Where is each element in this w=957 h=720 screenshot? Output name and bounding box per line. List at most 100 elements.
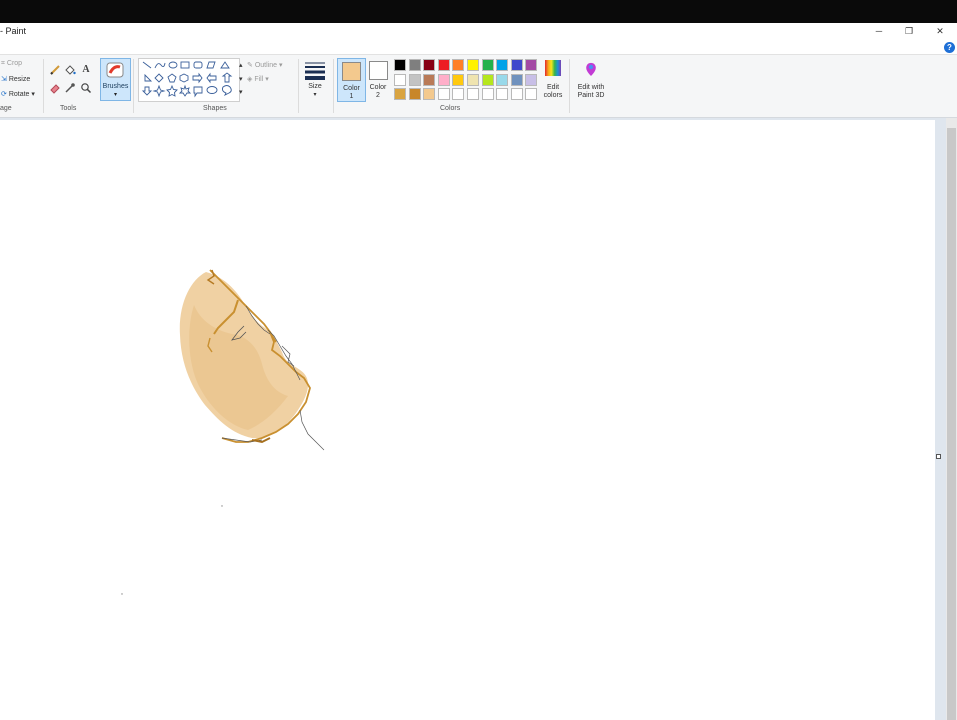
- color1-label-line1: Color: [343, 85, 360, 92]
- palette-swatch[interactable]: [452, 73, 465, 86]
- canvas-resize-handle[interactable]: [936, 454, 941, 459]
- palette-swatch[interactable]: [481, 59, 494, 71]
- palette-swatch[interactable]: [423, 88, 436, 100]
- rainbow-icon: [545, 60, 561, 76]
- palette-swatch[interactable]: [481, 73, 494, 86]
- text-icon[interactable]: A: [80, 64, 92, 76]
- tools-group-label: Tools: [60, 105, 77, 112]
- color1-swatch: [342, 62, 361, 81]
- outline-icon: ✎: [247, 62, 253, 69]
- chevron-down-icon: ▾: [313, 92, 317, 98]
- rotate-label: Rotate: [8, 91, 30, 98]
- shapes-gallery[interactable]: [138, 58, 240, 102]
- fill-label: Fill: [254, 76, 264, 83]
- shapes-group-label: Shapes: [203, 105, 227, 112]
- size-icon: [305, 62, 325, 80]
- title-bar: - Paint ─ ❐ ✕: [0, 23, 957, 40]
- restore-button[interactable]: ❐: [898, 23, 920, 40]
- scroll-down-icon[interactable]: ▾: [239, 75, 243, 83]
- edit-colors-line2: colors: [543, 92, 563, 99]
- color1-label-line2: 1: [349, 93, 354, 100]
- minimize-button[interactable]: ─: [868, 23, 890, 40]
- color2-label-line2: 2: [376, 92, 380, 99]
- size-button[interactable]: Size ▾: [302, 59, 328, 101]
- palette-swatch[interactable]: [496, 88, 509, 100]
- color1-button[interactable]: Color 1: [337, 58, 366, 102]
- rotate-button[interactable]: ⟳ Rotate ▾: [1, 90, 35, 98]
- separator: [298, 59, 299, 113]
- drawing-canvas[interactable]: [0, 120, 935, 720]
- palette-swatch[interactable]: [467, 88, 479, 100]
- scroll-up-icon[interactable]: ▴: [239, 61, 243, 69]
- resize-label: Resize: [8, 76, 31, 83]
- palette-swatch[interactable]: [394, 59, 406, 71]
- color2-label-line1: Color: [369, 84, 387, 91]
- brushes-button[interactable]: Brushes ▾: [100, 58, 131, 101]
- ribbon-tab-strip: ?: [0, 40, 957, 55]
- edit-colors-line1: Edit: [546, 84, 560, 91]
- ribbon: ⌗ Crop ⇲ Resize ⟳ Rotate ▾ age A Tools B…: [0, 55, 957, 118]
- crop-label: Crop: [6, 60, 23, 67]
- crop-button[interactable]: ⌗ Crop: [1, 60, 22, 68]
- palette-swatch[interactable]: [423, 73, 436, 86]
- rotate-icon: ⟳: [1, 91, 7, 98]
- colors-group-label: Colors: [440, 105, 461, 112]
- magnifier-icon[interactable]: [80, 82, 92, 94]
- scrollbar-thumb[interactable]: [947, 128, 956, 720]
- shapes-gallery-icons: [141, 61, 233, 98]
- paint3d-line1: Edit with: [577, 84, 605, 91]
- close-button[interactable]: ✕: [929, 23, 951, 40]
- color-picker-icon[interactable]: [64, 82, 76, 94]
- image-group-label: age: [0, 105, 12, 112]
- palette-swatch[interactable]: [452, 59, 465, 71]
- palette-swatch[interactable]: [510, 73, 523, 86]
- palette-swatch[interactable]: [481, 88, 494, 100]
- canvas-workspace: [0, 118, 957, 720]
- edit-with-paint3d-button[interactable]: Edit with Paint 3D: [572, 58, 610, 102]
- pencil-icon[interactable]: [49, 64, 61, 76]
- window-title: - Paint: [0, 26, 27, 36]
- palette-swatch[interactable]: [423, 59, 436, 71]
- chevron-down-icon: ▾: [31, 91, 35, 98]
- resize-icon: ⇲: [1, 76, 7, 83]
- eraser-icon[interactable]: [49, 82, 61, 94]
- resize-button[interactable]: ⇲ Resize: [1, 75, 30, 83]
- separator: [133, 59, 134, 113]
- palette-swatch[interactable]: [496, 73, 509, 86]
- outline-button[interactable]: ✎ Outline ▾: [247, 61, 282, 69]
- palette-swatch[interactable]: [394, 73, 406, 86]
- palette-swatch[interactable]: [408, 88, 421, 100]
- palette-swatch[interactable]: [496, 59, 509, 71]
- skin-tone-sketch: [121, 269, 325, 595]
- separator: [333, 59, 334, 113]
- vertical-scrollbar[interactable]: [946, 118, 957, 720]
- chevron-down-icon: ▾: [113, 92, 117, 98]
- palette-swatch[interactable]: [525, 59, 538, 71]
- separator: [43, 59, 44, 113]
- fill-button[interactable]: ◈ Fill ▾: [247, 75, 269, 83]
- palette-swatch[interactable]: [394, 88, 406, 100]
- palette-swatch[interactable]: [452, 88, 465, 100]
- crop-icon: ⌗: [1, 60, 5, 67]
- palette-swatch[interactable]: [437, 73, 450, 86]
- top-black-bar: [0, 0, 957, 23]
- color2-swatch: [369, 61, 388, 80]
- outline-label: Outline: [254, 62, 278, 69]
- palette-swatch[interactable]: [408, 73, 421, 86]
- fill-bucket-icon[interactable]: [64, 64, 76, 76]
- brushes-label: Brushes: [102, 83, 129, 90]
- palette-swatch[interactable]: [510, 59, 523, 71]
- palette-swatch[interactable]: [467, 59, 479, 71]
- palette-swatch[interactable]: [467, 73, 479, 86]
- paint3d-icon: [584, 61, 598, 77]
- chevron-down-icon: ▾: [265, 76, 269, 83]
- help-button[interactable]: ?: [944, 42, 955, 53]
- chevron-down-icon: ▾: [278, 62, 283, 69]
- color2-button[interactable]: Color 2: [366, 58, 390, 100]
- palette-swatch[interactable]: [408, 59, 421, 71]
- palette-swatch[interactable]: [437, 59, 450, 71]
- palette-swatch[interactable]: [510, 88, 523, 100]
- gallery-expand-icon[interactable]: ▾: [239, 88, 243, 96]
- palette-swatch[interactable]: [437, 88, 450, 100]
- edit-colors-button[interactable]: Edit colors: [540, 58, 566, 102]
